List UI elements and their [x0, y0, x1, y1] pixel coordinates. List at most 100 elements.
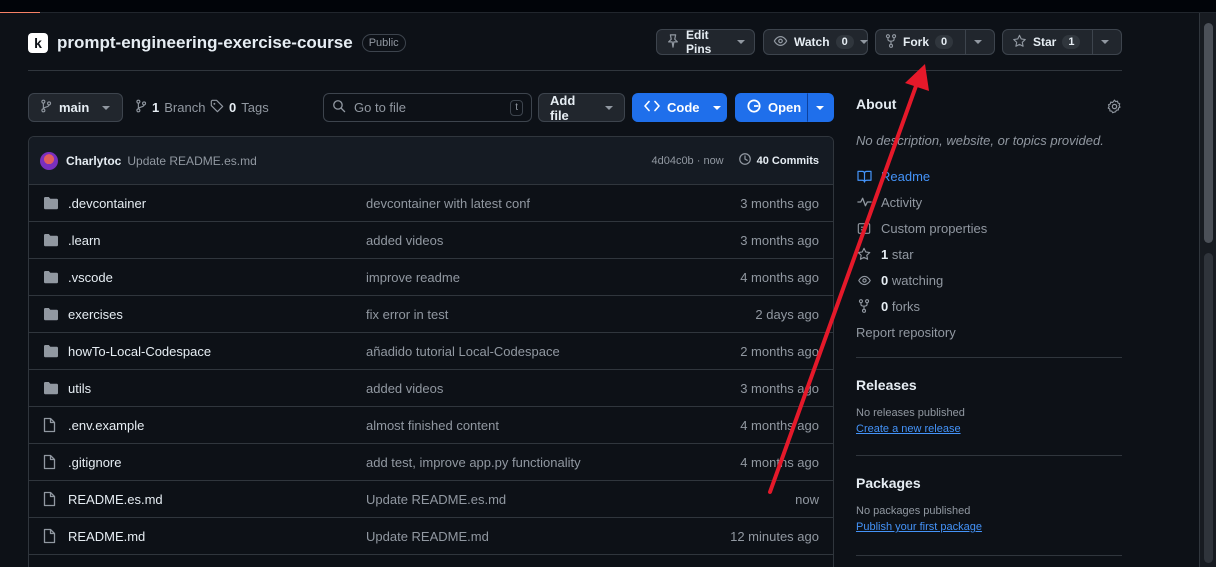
- file-commit-link[interactable]: devcontainer with latest conf: [366, 196, 740, 211]
- open-dropdown-button[interactable]: [807, 93, 834, 122]
- publish-package-link[interactable]: Publish your first package: [856, 521, 982, 533]
- go-to-file-input[interactable]: [354, 100, 503, 115]
- releases-empty: No releases published: [856, 407, 965, 419]
- folder-icon: [43, 381, 60, 395]
- open-app-icon: [747, 99, 761, 116]
- file-name-link[interactable]: .vscode: [68, 270, 366, 285]
- file-row[interactable]: .gitignore add test, improve app.py funct…: [29, 444, 833, 481]
- file-commit-time: 4 months ago: [740, 454, 819, 470]
- file-row[interactable]: .env.example almost finished content 4 mon…: [29, 407, 833, 444]
- star-dropdown-button[interactable]: [1093, 29, 1122, 55]
- code-button[interactable]: Code: [632, 93, 727, 122]
- readme-link[interactable]: Readme: [856, 163, 1122, 189]
- custom-properties-link[interactable]: Custom properties: [856, 215, 1122, 241]
- file-name-link[interactable]: utils: [68, 381, 366, 396]
- commit-hash-time[interactable]: 4d04c0b · now: [651, 155, 723, 167]
- commits-history-link[interactable]: 40 Commits: [738, 152, 819, 169]
- file-name-link[interactable]: README.md: [68, 529, 366, 544]
- eye-icon: [856, 274, 872, 287]
- latest-commit-bar: Charlytoc Update README.es.md 4d04c0b · …: [29, 137, 833, 185]
- book-icon: [856, 170, 872, 183]
- file-row[interactable]: exercises fix error in test 2 days ago: [29, 296, 833, 333]
- chevron-down-icon: [102, 105, 111, 110]
- custom-properties-label: Custom properties: [881, 220, 988, 236]
- file-name-link[interactable]: exercises: [68, 307, 366, 322]
- repo-name-link[interactable]: prompt-engineering-exercise-course: [57, 33, 353, 53]
- window-scrollbar[interactable]: [1199, 13, 1216, 567]
- file-commit-link[interactable]: añadido tutorial Local-Codespace: [366, 344, 740, 359]
- star-icon: [856, 247, 872, 261]
- avatar[interactable]: [40, 151, 58, 170]
- tag-count-label: Tags: [241, 100, 269, 115]
- file-commit-link[interactable]: fix error in test: [366, 307, 755, 322]
- tags-link[interactable]: 0 Tags: [210, 93, 269, 122]
- forks-label: forks: [891, 298, 921, 314]
- file-row[interactable]: .learn added videos 3 months ago: [29, 222, 833, 259]
- packages-empty: No packages published: [856, 505, 971, 517]
- packages-title[interactable]: Packages: [856, 475, 1122, 491]
- commit-meta: 4d04c0b · now 40 Commits: [651, 152, 819, 169]
- about-divider: [856, 357, 1122, 358]
- add-file-button[interactable]: Add file: [538, 93, 625, 123]
- file-name-link[interactable]: howTo-Local-Codespace: [68, 344, 366, 359]
- folder-icon: [43, 344, 60, 358]
- code-wrap: Code: [632, 93, 727, 122]
- file-name-link[interactable]: .learn: [68, 233, 366, 248]
- file-commit-time: 4 months ago: [740, 269, 819, 285]
- file-commit-link[interactable]: add test, improve app.py functionality: [366, 455, 740, 470]
- file-commit-link[interactable]: improve readme: [366, 270, 740, 285]
- file-row[interactable]: .vscode improve readme 4 months ago: [29, 259, 833, 296]
- packages-divider: [856, 555, 1122, 556]
- edit-pins-group: Edit Pins: [656, 28, 755, 56]
- file-commit-link[interactable]: added videos: [366, 381, 740, 396]
- file-commit-link[interactable]: almost finished content: [366, 418, 740, 433]
- file-row[interactable]: README.es.md Update README.es.md now: [29, 481, 833, 518]
- file-name-link[interactable]: README.es.md: [68, 492, 366, 507]
- file-name-link[interactable]: .gitignore: [68, 455, 366, 470]
- annotation-arrow-head: [905, 64, 929, 91]
- releases-title[interactable]: Releases: [856, 377, 1122, 393]
- open-button[interactable]: Open: [735, 93, 807, 122]
- folder-icon: [43, 233, 60, 247]
- file-name-link[interactable]: .devcontainer: [68, 196, 366, 211]
- watching-link[interactable]: 0 watching: [856, 267, 1122, 293]
- file-commit-link[interactable]: Update README.es.md: [366, 492, 795, 507]
- fork-label: Fork: [903, 35, 930, 49]
- file-row[interactable]: utils added videos 3 months ago: [29, 370, 833, 407]
- create-release-link[interactable]: Create a new release: [856, 423, 961, 435]
- chevron-down-icon: [974, 40, 982, 44]
- fork-dropdown-button[interactable]: [966, 29, 995, 55]
- chevron-down-icon: [1101, 40, 1109, 44]
- commit-message-link[interactable]: Update README.es.md: [127, 154, 256, 168]
- star-counter: 1: [1062, 35, 1081, 49]
- file-row[interactable]: .devcontainer devcontainer with latest co…: [29, 185, 833, 222]
- forks-link[interactable]: 0 forks: [856, 293, 1122, 319]
- go-to-file-field[interactable]: t: [323, 93, 532, 122]
- note-icon: [856, 222, 872, 235]
- file-commit-link[interactable]: Update README.md: [366, 529, 730, 544]
- chevron-down-icon: [605, 105, 613, 110]
- fork-button[interactable]: Fork 0: [875, 29, 966, 55]
- tags-link-wrap: 0 Tags: [210, 93, 269, 122]
- commit-author-link[interactable]: Charlytoc: [66, 154, 121, 168]
- file-name-link[interactable]: .env.example: [68, 418, 366, 433]
- branch-select-button[interactable]: main: [28, 93, 123, 122]
- file-commit-link[interactable]: added videos: [366, 233, 740, 248]
- header-divider: [28, 70, 1122, 71]
- branches-link[interactable]: 1 Branch: [135, 93, 205, 122]
- activity-link[interactable]: Activity: [856, 189, 1122, 215]
- file-commit-time: 3 months ago: [740, 232, 819, 248]
- gear-icon[interactable]: [1107, 99, 1122, 117]
- stars-link[interactable]: 1 star: [856, 241, 1122, 267]
- report-repository-link[interactable]: Report repository: [856, 319, 1122, 345]
- watch-label: Watch: [794, 35, 830, 49]
- scrollbar-thumb[interactable]: [1204, 23, 1213, 243]
- star-button[interactable]: Star 1: [1002, 29, 1093, 55]
- repo-avatar[interactable]: k: [28, 33, 48, 53]
- file-row[interactable]: README.md Update README.md 12 minutes ago: [29, 518, 833, 555]
- about-links: Readme Activity Custom properties 1 star…: [856, 163, 1122, 345]
- file-row[interactable]: howTo-Local-Codespace añadido tutorial Lo…: [29, 333, 833, 370]
- history-icon: [738, 152, 752, 169]
- edit-pins-button[interactable]: Edit Pins: [656, 28, 755, 56]
- watch-button[interactable]: Watch 0: [763, 29, 868, 55]
